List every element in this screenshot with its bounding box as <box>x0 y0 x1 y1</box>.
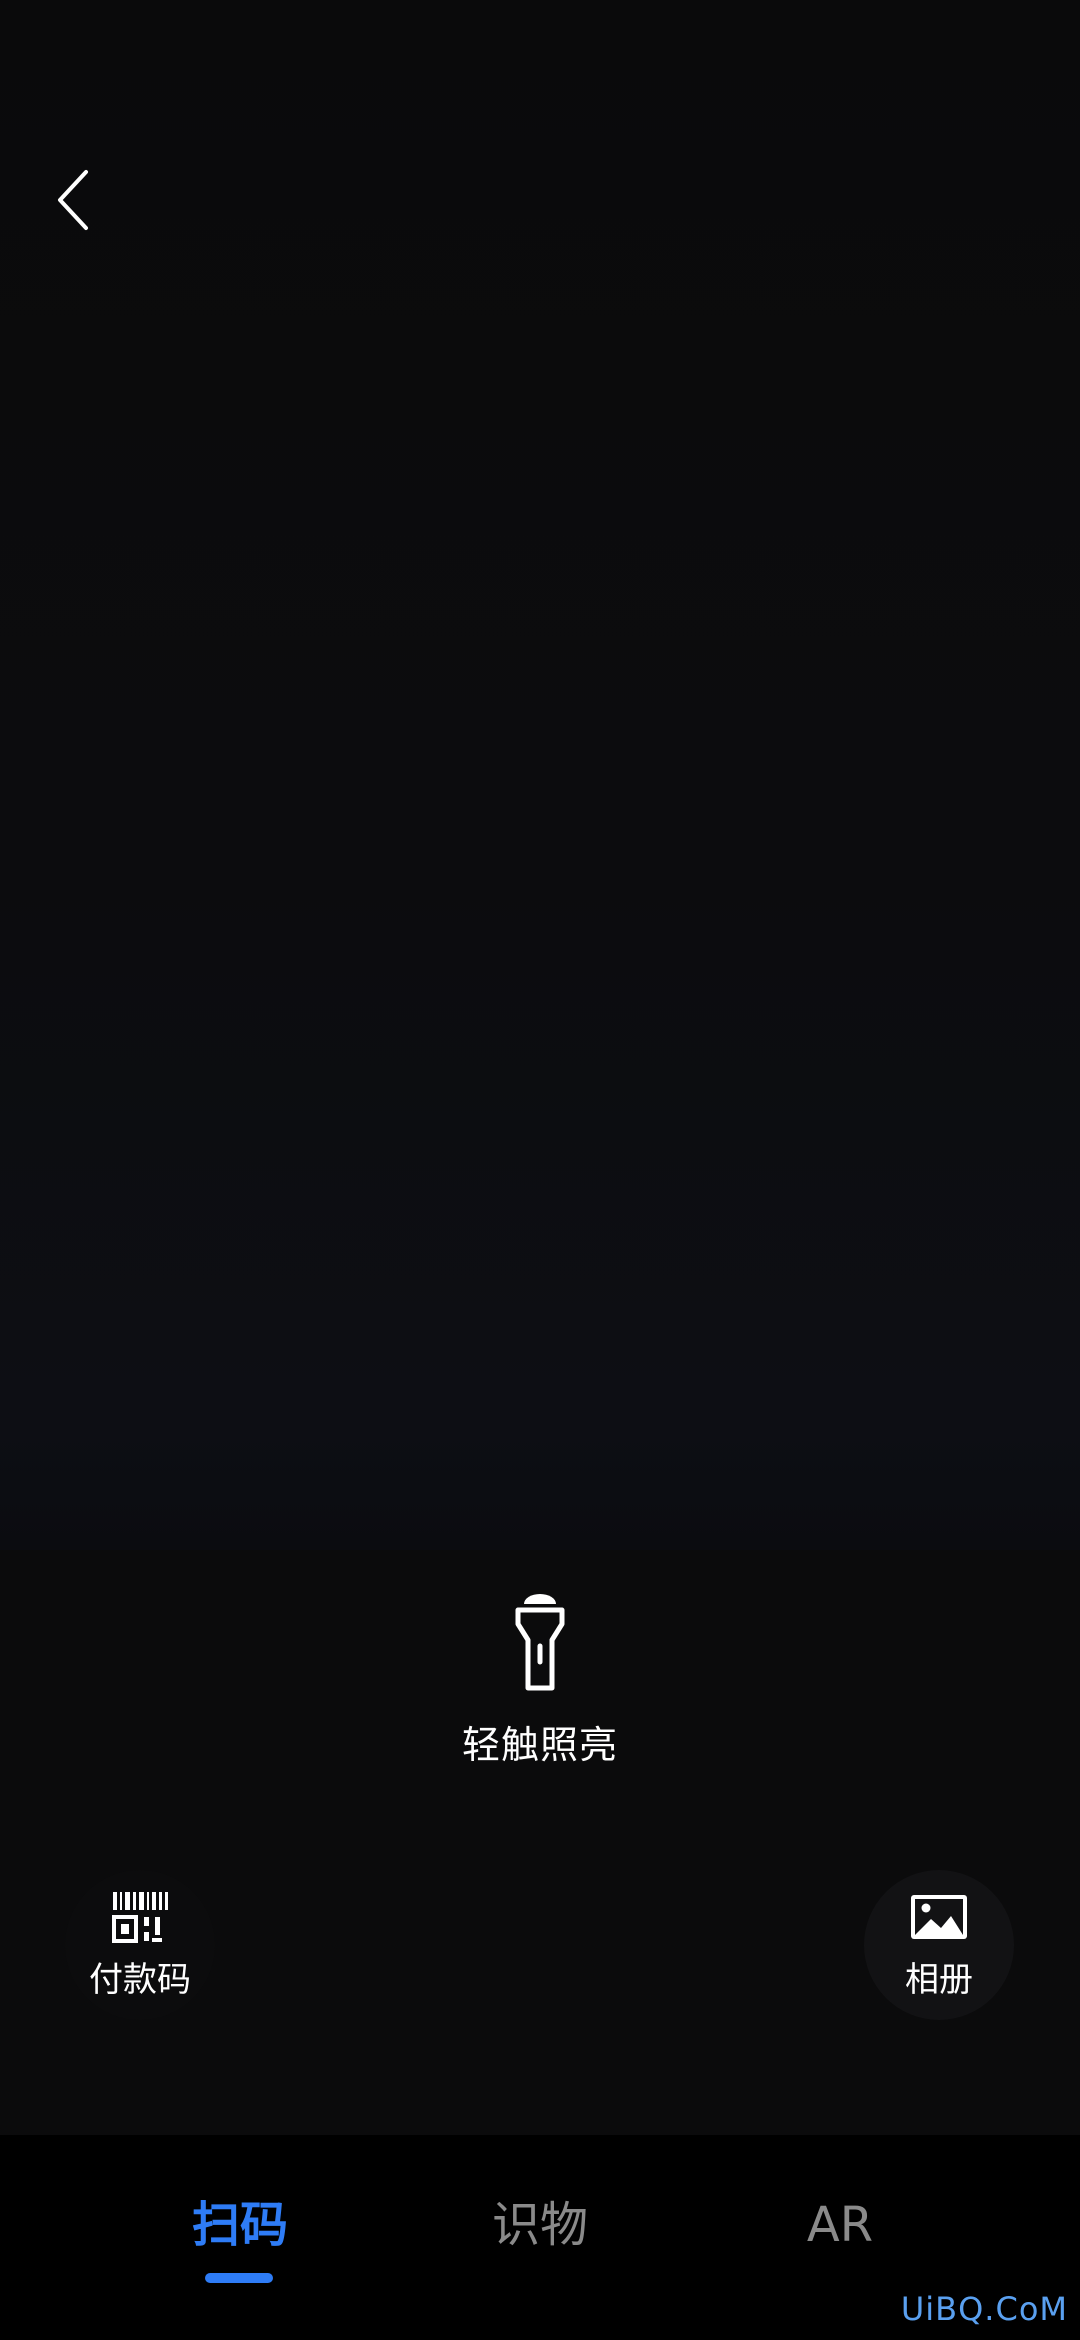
tab-scan[interactable]: 扫码 <box>180 2190 300 2260</box>
tab-object-recognition[interactable]: 识物 <box>480 2190 600 2260</box>
image-icon <box>911 1894 967 1939</box>
chevron-left-icon <box>58 170 88 230</box>
back-button[interactable] <box>44 160 104 240</box>
camera-viewfinder <box>0 0 1080 1550</box>
watermark: UiBQ.CoM <box>900 2290 1068 2328</box>
flashlight-label: 轻触照亮 <box>461 1723 618 1767</box>
tab-ar[interactable]: AR <box>780 2190 900 2260</box>
album-button[interactable]: 相册 <box>864 1870 1014 2020</box>
album-label: 相册 <box>905 1959 973 2000</box>
payment-code-label: 付款码 <box>89 1959 191 2000</box>
active-tab-indicator <box>205 2273 273 2283</box>
payment-code-icon <box>112 1891 168 1943</box>
flashlight-icon <box>515 1594 565 1691</box>
flashlight-toggle[interactable]: 轻触照亮 <box>390 1590 690 1780</box>
payment-code-button[interactable]: 付款码 <box>65 1870 215 2020</box>
